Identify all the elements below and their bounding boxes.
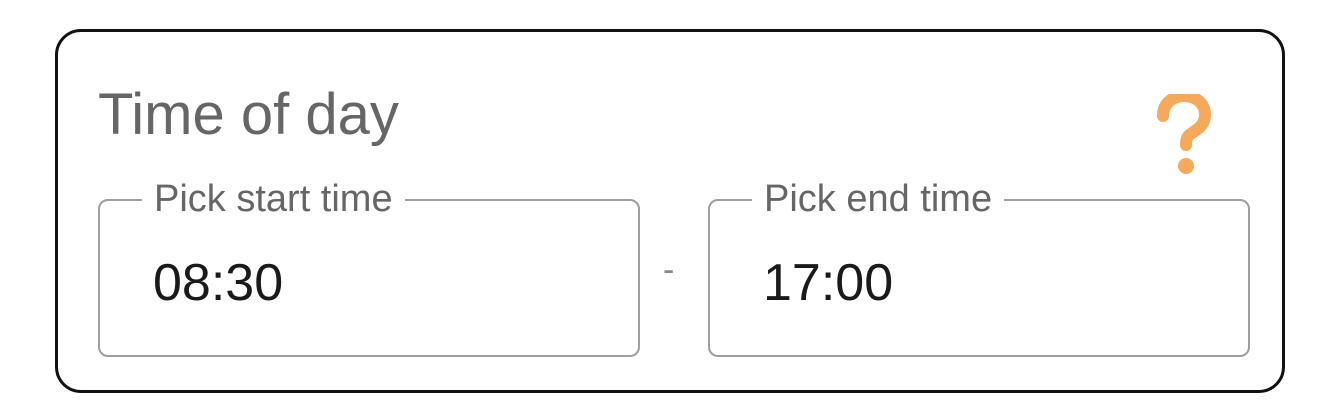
range-separator: - xyxy=(663,251,675,289)
start-time-field[interactable]: Pick start time 08:30 xyxy=(98,175,640,357)
start-time-label: Pick start time xyxy=(142,175,405,223)
end-time-field[interactable]: Pick end time 17:00 xyxy=(708,175,1250,357)
card-title: Time of day xyxy=(98,82,399,147)
end-time-label: Pick end time xyxy=(752,175,1005,223)
end-time-input[interactable]: 17:00 xyxy=(763,253,893,313)
start-time-input[interactable]: 08:30 xyxy=(153,253,283,313)
question-mark-icon[interactable] xyxy=(1153,90,1213,180)
time-of-day-card: Time of day Pick start time 08:30 - Pick… xyxy=(55,29,1285,393)
